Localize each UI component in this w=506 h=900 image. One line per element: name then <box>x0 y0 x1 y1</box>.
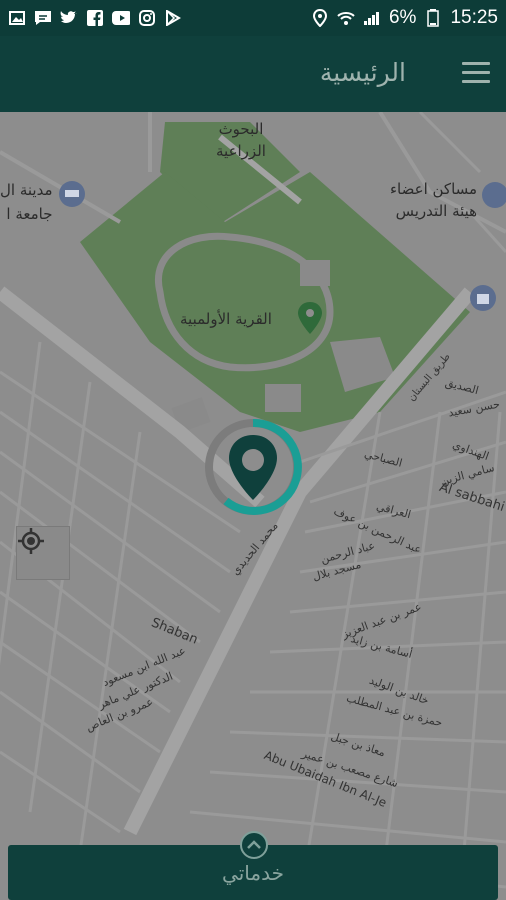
map-canvas <box>0 112 506 900</box>
gallery-icon <box>8 10 26 26</box>
instagram-icon <box>138 10 156 26</box>
map-label-university-city: مدينة ال جامعة ا <box>0 181 53 223</box>
map-label-faculty-housing: مساكن اعضاء هيئة التدريس <box>390 180 478 220</box>
facebook-icon <box>86 10 104 26</box>
map-view[interactable]: البحوث الزراعية القرية الأولمبية مساكن ا… <box>0 112 506 900</box>
twitter-icon <box>60 10 78 26</box>
page-title: الرئيسية <box>319 58 406 87</box>
my-location-button[interactable] <box>16 526 70 580</box>
youtube-icon <box>112 10 130 26</box>
wifi-icon <box>337 10 355 26</box>
services-label: خدماتي <box>222 860 284 885</box>
location-pin-icon <box>311 9 329 27</box>
map-label-research: البحوث الزراعية <box>216 120 266 160</box>
map-label-olympic: القرية الأولمبية <box>180 310 272 328</box>
app-bar: الرئيسية <box>0 36 506 112</box>
battery-percent: 6% <box>388 7 417 28</box>
notification-icons <box>8 10 182 26</box>
chevron-up-icon[interactable] <box>240 831 268 859</box>
system-status: 6% 15:25 <box>311 7 498 29</box>
clock: 15:25 <box>450 7 498 28</box>
status-bar: 6% 15:25 <box>0 0 506 36</box>
shopping-pin <box>470 285 496 311</box>
battery-icon <box>424 9 442 27</box>
play-store-icon <box>164 10 182 26</box>
message-icon <box>34 10 52 26</box>
signal-icon <box>363 10 381 26</box>
menu-icon[interactable] <box>462 62 490 84</box>
hotel-pin <box>59 181 85 207</box>
